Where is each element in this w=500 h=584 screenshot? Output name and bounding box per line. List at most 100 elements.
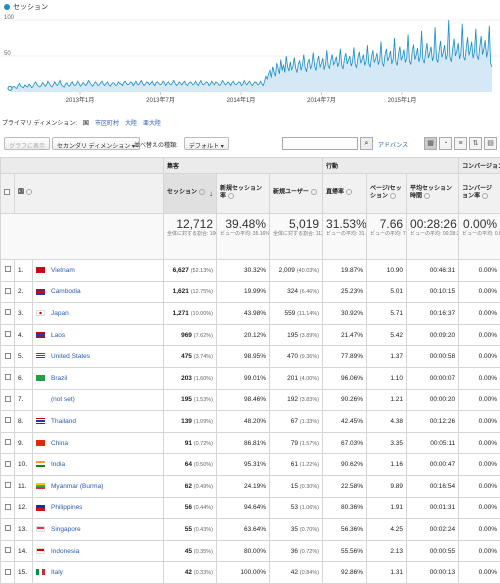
country-link[interactable]: India bbox=[51, 461, 65, 468]
group-conversion: コンバージョン bbox=[459, 158, 500, 174]
dimension-link-subcontinent[interactable]: 亜大陸 bbox=[143, 118, 161, 127]
country-link[interactable]: Myanmar (Burma) bbox=[51, 483, 103, 490]
table-row[interactable]: 8.Thailand139 (1.09%)48.20%67 (1.33%)42.… bbox=[1, 411, 500, 433]
table-row[interactable]: 9.China91 (0.72%)86.81%79 (1.57%)67.03%3… bbox=[1, 432, 500, 454]
country-link[interactable]: Cambodia bbox=[51, 288, 81, 295]
duration-cell: 00:46:31 bbox=[407, 260, 459, 282]
advanced-filter-link[interactable]: アドバンス bbox=[378, 140, 408, 149]
country-link[interactable]: (not set) bbox=[51, 396, 75, 403]
country-link[interactable]: Brazil bbox=[51, 375, 67, 382]
help-icon[interactable] bbox=[26, 189, 32, 195]
table-row[interactable]: 6.Brazil203 (1.60%)99.01%201 (4.00%)96.0… bbox=[1, 367, 500, 389]
country-link[interactable]: Indonesia bbox=[51, 548, 79, 555]
table-search-input[interactable] bbox=[282, 137, 358, 150]
table-row[interactable]: 10.India64 (0.50%)95.31%61 (1.22%)90.62%… bbox=[1, 454, 500, 476]
row-checkbox[interactable] bbox=[5, 353, 11, 359]
comparison-view-icon[interactable]: ⇅ bbox=[469, 137, 482, 150]
table-view-icon[interactable]: ▦ bbox=[424, 137, 437, 150]
sort-type-dropdown[interactable]: デフォルト ▾ bbox=[184, 137, 229, 150]
country-link[interactable]: United States bbox=[51, 353, 90, 360]
sessions-line-chart[interactable]: 100502013年1月2013年7月2014年1月2014年7月2015年1月 bbox=[0, 14, 500, 108]
col-bounce-rate[interactable]: 直帰率 bbox=[323, 174, 367, 214]
search-icon[interactable]: ⌕ bbox=[360, 137, 373, 150]
row-checkbox[interactable] bbox=[5, 374, 11, 380]
country-link[interactable]: Italy bbox=[51, 569, 63, 576]
col-avg-duration[interactable]: 平均セッション時間 bbox=[407, 174, 459, 214]
row-checkbox[interactable] bbox=[5, 309, 11, 315]
secondary-dimension-dropdown[interactable]: セカンダリ ディメンション ▾ bbox=[52, 137, 140, 150]
row-checkbox[interactable] bbox=[5, 525, 11, 531]
row-checkbox[interactable] bbox=[5, 266, 11, 272]
chart-legend[interactable]: セッション bbox=[4, 2, 48, 12]
col-new-users-label: 新規ユーザー bbox=[273, 190, 309, 196]
row-checkbox[interactable] bbox=[5, 482, 11, 488]
table-row[interactable]: 13.Singapore55 (0.43%)63.64%35 (0.70%)56… bbox=[1, 519, 500, 541]
row-checkbox[interactable] bbox=[5, 417, 11, 423]
series-start-point[interactable] bbox=[8, 86, 12, 90]
country-link[interactable]: Laos bbox=[51, 332, 65, 339]
kh-flag-icon bbox=[36, 289, 45, 295]
table-row[interactable]: 12.Philippines56 (0.44%)94.64%53 (1.06%)… bbox=[1, 497, 500, 519]
table-row[interactable]: 4.Laos969 (7.62%)20.12%195 (3.89%)21.47%… bbox=[1, 324, 500, 346]
plot-rows-button[interactable]: グラフに表示 bbox=[4, 137, 50, 150]
row-checkbox[interactable] bbox=[5, 547, 11, 553]
country-link[interactable]: Japan bbox=[51, 310, 69, 317]
bounce-cell: 90.26% bbox=[323, 389, 367, 411]
table-row[interactable]: 5.United States475 (3.74%)98.95%470 (9.3… bbox=[1, 346, 500, 368]
new-users-value: 192 bbox=[287, 396, 298, 403]
help-icon[interactable] bbox=[390, 193, 396, 199]
col-new-users[interactable]: 新規ユーザー bbox=[270, 174, 323, 214]
help-icon[interactable] bbox=[346, 189, 352, 195]
table-row[interactable]: 3.Japan1,271 (10.00%)43.98%559 (11.14%)3… bbox=[1, 303, 500, 325]
col-conversion-rate[interactable]: コンバージョン率 bbox=[459, 174, 500, 214]
total-bounce-sub: ビューの平均: 31.54% (-0.03%) bbox=[326, 231, 363, 237]
row-checkbox[interactable] bbox=[5, 288, 11, 294]
help-icon[interactable] bbox=[482, 193, 488, 199]
jp-flag-icon bbox=[36, 310, 45, 316]
row-checkbox-cell bbox=[1, 497, 15, 519]
new-pct-cell: 98.95% bbox=[217, 346, 270, 368]
pivot-view-icon[interactable]: ▤ bbox=[484, 137, 497, 150]
country-link[interactable]: Singapore bbox=[51, 526, 81, 533]
primary-dimension-selected[interactable]: 国 bbox=[83, 118, 89, 127]
col-new-session-pct[interactable]: 新規セッション率 bbox=[217, 174, 270, 214]
help-icon[interactable] bbox=[311, 189, 317, 195]
table-row[interactable]: 7.(not set)195 (1.53%)98.46%192 (3.83%)9… bbox=[1, 389, 500, 411]
new-users-pct: (9.36%) bbox=[300, 354, 319, 360]
row-checkbox[interactable] bbox=[5, 504, 11, 510]
table-row[interactable]: 1.Vietnam6,627 (52.13%)30.32%2,009 (40.0… bbox=[1, 260, 500, 282]
pie-view-icon[interactable]: ◔ bbox=[439, 137, 452, 150]
sessions-pct: (1.09%) bbox=[194, 419, 213, 425]
row-checkbox[interactable] bbox=[5, 569, 11, 575]
new-users-cell: 42 (0.84%) bbox=[270, 562, 323, 584]
row-checkbox[interactable] bbox=[5, 439, 11, 445]
row-checkbox[interactable] bbox=[5, 331, 11, 337]
row-checkbox[interactable] bbox=[5, 396, 11, 402]
table-row[interactable]: 2.Cambodia1,621 (12.75%)19.99%324 (6.46%… bbox=[1, 281, 500, 303]
help-icon[interactable] bbox=[228, 193, 234, 199]
col-country[interactable]: 国 bbox=[15, 174, 164, 214]
row-checkbox[interactable] bbox=[5, 461, 11, 467]
conv-cell: 0.00% bbox=[459, 562, 500, 584]
conv-cell: 0.00% bbox=[459, 519, 500, 541]
col-sessions[interactable]: セッション ↓ bbox=[164, 174, 217, 214]
new-pct-cell: 48.20% bbox=[217, 411, 270, 433]
help-icon[interactable] bbox=[199, 189, 205, 195]
duration-cell: 00:16:54 bbox=[407, 475, 459, 497]
select-all-checkbox[interactable] bbox=[4, 189, 10, 195]
country-link[interactable]: China bbox=[51, 440, 68, 447]
country-link[interactable]: Vietnam bbox=[51, 267, 75, 274]
table-row[interactable]: 15.Italy42 (0.33%)100.00%42 (0.84%)92.86… bbox=[1, 562, 500, 584]
country-link[interactable]: Thailand bbox=[51, 418, 76, 425]
performance-view-icon[interactable]: ≡ bbox=[454, 137, 467, 150]
col-pages-per-session[interactable]: ページ/セッション bbox=[367, 174, 407, 214]
new-pct-cell: 99.01% bbox=[217, 367, 270, 389]
dimension-link-city[interactable]: 市区町村 bbox=[95, 118, 119, 127]
sessions-cell: 1,271 (10.00%) bbox=[164, 303, 217, 325]
country-link[interactable]: Philippines bbox=[51, 504, 82, 511]
report-table: 集客 行動 コンバージョン 国 セッション ↓ 新規セッション率 新規ユーザー … bbox=[0, 157, 500, 584]
dimension-link-continent[interactable]: 大陸 bbox=[125, 118, 137, 127]
help-icon[interactable] bbox=[424, 193, 430, 199]
table-row[interactable]: 11.Myanmar (Burma)62 (0.49%)24.19%15 (0.… bbox=[1, 475, 500, 497]
sessions-cell: 475 (3.74%) bbox=[164, 346, 217, 368]
